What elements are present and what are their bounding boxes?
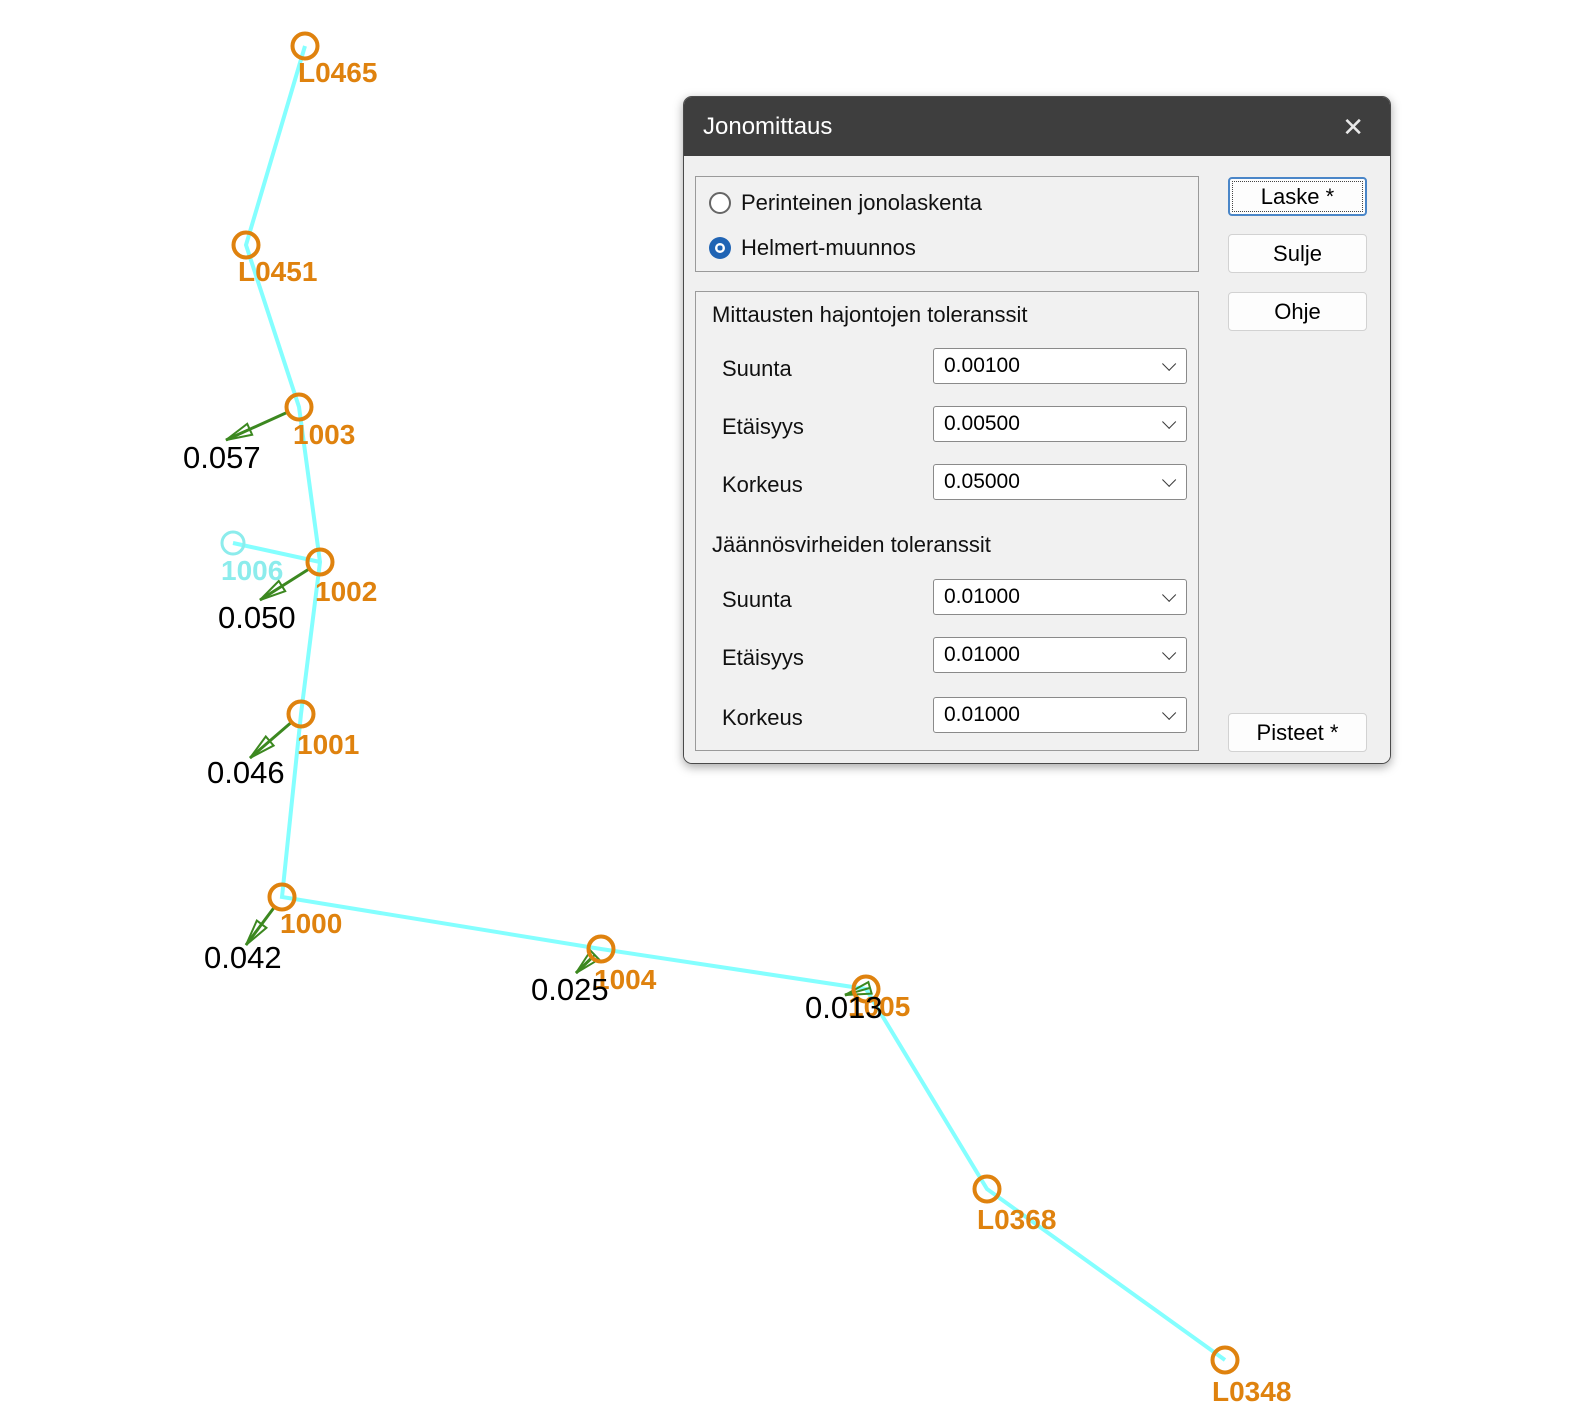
point-label-L0451: L0451 xyxy=(238,256,317,287)
residual-value-1005: 0.013 xyxy=(805,990,883,1025)
chevron-down-icon[interactable] xyxy=(1162,706,1176,720)
residual-value-1003: 0.057 xyxy=(183,440,261,475)
residual-arrow-1004 xyxy=(576,958,592,973)
close-icon[interactable]: ✕ xyxy=(1342,114,1364,140)
combo-korkeus-1-value: 0.05000 xyxy=(944,470,1020,494)
combo-suunta-1[interactable]: 0.00100 xyxy=(933,348,1187,384)
sulje-button[interactable]: Sulje xyxy=(1228,234,1367,273)
point-label-L0348: L0348 xyxy=(1212,1376,1291,1407)
application-canvas[interactable]: 1006L0465L0451100310021001100010041005L0… xyxy=(0,0,1586,1428)
point-label-L0465: L0465 xyxy=(298,57,377,88)
residual-value-1000: 0.042 xyxy=(204,940,282,975)
pisteet-button[interactable]: Pisteet * xyxy=(1228,713,1367,752)
combo-korkeus-1[interactable]: 0.05000 xyxy=(933,464,1187,500)
combo-korkeus-2-value: 0.01000 xyxy=(944,703,1020,727)
dialog-title: Jonomittaus xyxy=(703,113,832,141)
radio-helmert[interactable]: Helmert-muunnos xyxy=(709,235,916,261)
radio-unselected-icon[interactable] xyxy=(709,192,731,214)
point-label-1001: 1001 xyxy=(297,729,359,760)
tolerances-group: Mittausten hajontojen toleranssit Suunta… xyxy=(695,291,1199,751)
residual-value-1004: 0.025 xyxy=(531,972,609,1007)
residual-arrow-1001 xyxy=(250,722,291,758)
point-label-1002: 1002 xyxy=(315,576,377,607)
combo-suunta-2[interactable]: 0.01000 xyxy=(933,579,1187,615)
combo-korkeus-2[interactable]: 0.01000 xyxy=(933,697,1187,733)
point-label-1003: 1003 xyxy=(293,419,355,450)
combo-etaisyys-1[interactable]: 0.00500 xyxy=(933,406,1187,442)
radio-helmert-label: Helmert-muunnos xyxy=(741,235,916,261)
point-label-1000: 1000 xyxy=(280,908,342,939)
combo-etaisyys-2-value: 0.01000 xyxy=(944,643,1020,667)
label-suunta-2: Suunta xyxy=(722,587,792,613)
label-etaisyys-2: Etäisyys xyxy=(722,645,804,671)
chevron-down-icon[interactable] xyxy=(1162,473,1176,487)
label-etaisyys-1: Etäisyys xyxy=(722,414,804,440)
combo-etaisyys-1-value: 0.00500 xyxy=(944,412,1020,436)
chevron-down-icon[interactable] xyxy=(1162,646,1176,660)
radio-perinteinen[interactable]: Perinteinen jonolaskenta xyxy=(709,190,982,216)
combo-suunta-2-value: 0.01000 xyxy=(944,585,1020,609)
label-korkeus-2: Korkeus xyxy=(722,705,803,731)
laske-button[interactable]: Laske * xyxy=(1228,177,1367,216)
ohje-button[interactable]: Ohje xyxy=(1228,292,1367,331)
section-heading-jaannosvirheet: Jäännösvirheiden toleranssit xyxy=(712,532,991,558)
radio-selected-icon[interactable] xyxy=(709,237,731,259)
dialog-body: Perinteinen jonolaskenta Helmert-muunnos… xyxy=(684,156,1390,763)
label-korkeus-1: Korkeus xyxy=(722,472,803,498)
chevron-down-icon[interactable] xyxy=(1162,357,1176,371)
point-label-L0368: L0368 xyxy=(977,1204,1056,1235)
residual-value-1002: 0.050 xyxy=(218,600,296,635)
point-label-1006: 1006 xyxy=(221,555,283,586)
residual-arrow-1003 xyxy=(226,412,287,440)
jonomittaus-dialog: Jonomittaus ✕ Perinteinen jonolaskenta H… xyxy=(683,96,1391,764)
chevron-down-icon[interactable] xyxy=(1162,588,1176,602)
label-suunta-1: Suunta xyxy=(722,356,792,382)
residual-value-1001: 0.046 xyxy=(207,755,285,790)
combo-suunta-1-value: 0.00100 xyxy=(944,354,1020,378)
combo-etaisyys-2[interactable]: 0.01000 xyxy=(933,637,1187,673)
section-heading-hajonnat: Mittausten hajontojen toleranssit xyxy=(712,302,1028,328)
dialog-titlebar[interactable]: Jonomittaus ✕ xyxy=(684,97,1390,156)
radio-perinteinen-label: Perinteinen jonolaskenta xyxy=(741,190,982,216)
calculation-mode-group: Perinteinen jonolaskenta Helmert-muunnos xyxy=(695,176,1199,272)
chevron-down-icon[interactable] xyxy=(1162,415,1176,429)
